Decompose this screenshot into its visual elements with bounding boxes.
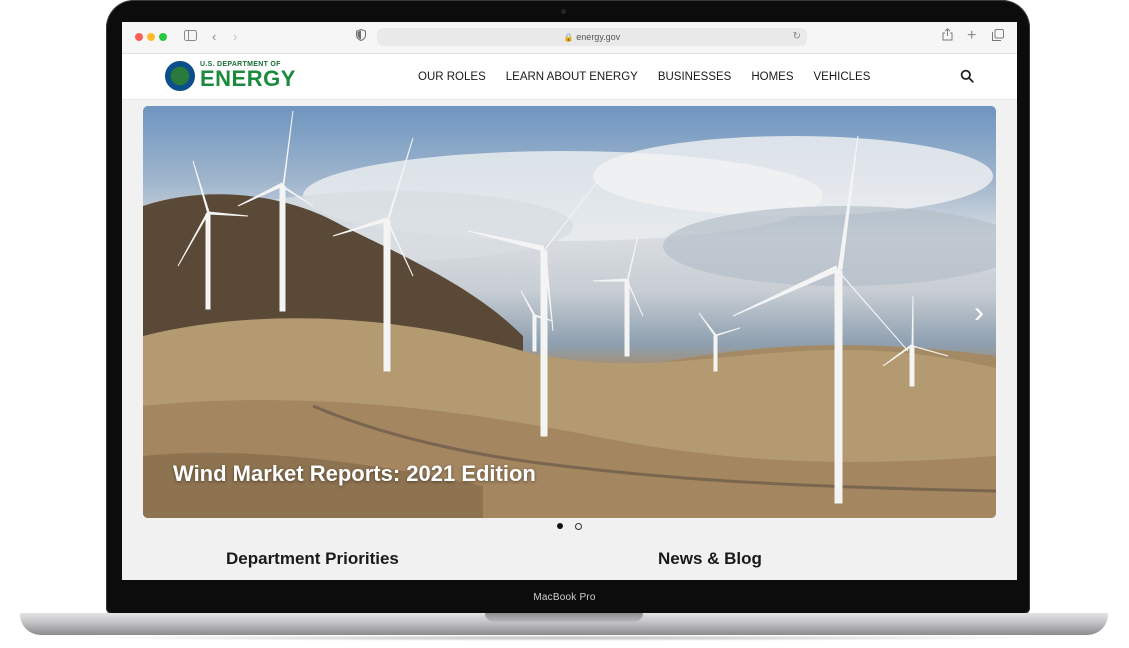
url-value: energy.gov [576, 32, 621, 42]
nav-vehicles[interactable]: VEHICLES [814, 71, 871, 83]
new-tab-icon[interactable]: + [967, 27, 976, 45]
sidebar-toggle-icon[interactable] [184, 28, 197, 46]
url-text: 🔒 energy.gov [377, 28, 807, 47]
device-model-label: MacBook Pro [533, 592, 596, 603]
browser-toolbar: ‹ › 🔒 energy.gov ↻ + [122, 22, 1017, 54]
doe-seal-logo[interactable] [165, 61, 195, 91]
nav-learn-about-energy[interactable]: LEARN ABOUT ENERGY [506, 71, 638, 83]
carousel-pagination [555, 522, 585, 532]
share-icon[interactable] [942, 28, 953, 46]
minimize-window-button[interactable] [147, 33, 155, 41]
reload-icon[interactable]: ↻ [793, 28, 801, 46]
zoom-window-button[interactable] [159, 33, 167, 41]
forward-icon[interactable]: › [233, 28, 237, 46]
nav-homes[interactable]: HOMES [751, 71, 793, 83]
main-nav: OUR ROLES LEARN ABOUT ENERGY BUSINESSES … [418, 54, 890, 99]
browser-window: ‹ › 🔒 energy.gov ↻ + U.S. DEPARTMENT OF … [122, 22, 1017, 580]
nav-our-roles[interactable]: OUR ROLES [418, 71, 486, 83]
logo-energy-text[interactable]: ENERGY [200, 67, 296, 91]
hero-image [143, 110, 996, 518]
laptop-notch [485, 613, 643, 622]
carousel-dot-1[interactable] [557, 523, 563, 529]
carousel-next-icon[interactable]: › [968, 296, 990, 330]
tab-overview-icon[interactable] [992, 28, 1004, 46]
nav-businesses[interactable]: BUSINESSES [658, 71, 732, 83]
site-header: U.S. DEPARTMENT OF ENERGY OUR ROLES LEAR… [122, 54, 1017, 100]
news-blog-heading: News & Blog [658, 549, 762, 568]
laptop-shadow [60, 635, 1068, 641]
privacy-shield-icon[interactable] [356, 28, 366, 46]
hero-caption[interactable]: Wind Market Reports: 2021 Edition [173, 461, 536, 487]
department-priorities-heading: Department Priorities [226, 549, 399, 568]
camera [561, 9, 566, 14]
back-icon[interactable]: ‹ [212, 28, 216, 46]
search-icon[interactable] [960, 69, 974, 83]
carousel-dot-2[interactable] [575, 523, 582, 530]
lock-icon: 🔒 [563, 33, 574, 42]
close-window-button[interactable] [135, 33, 143, 41]
hero-carousel[interactable]: Wind Market Reports: 2021 Edition › [143, 106, 996, 518]
address-bar[interactable]: 🔒 energy.gov ↻ [377, 28, 807, 46]
